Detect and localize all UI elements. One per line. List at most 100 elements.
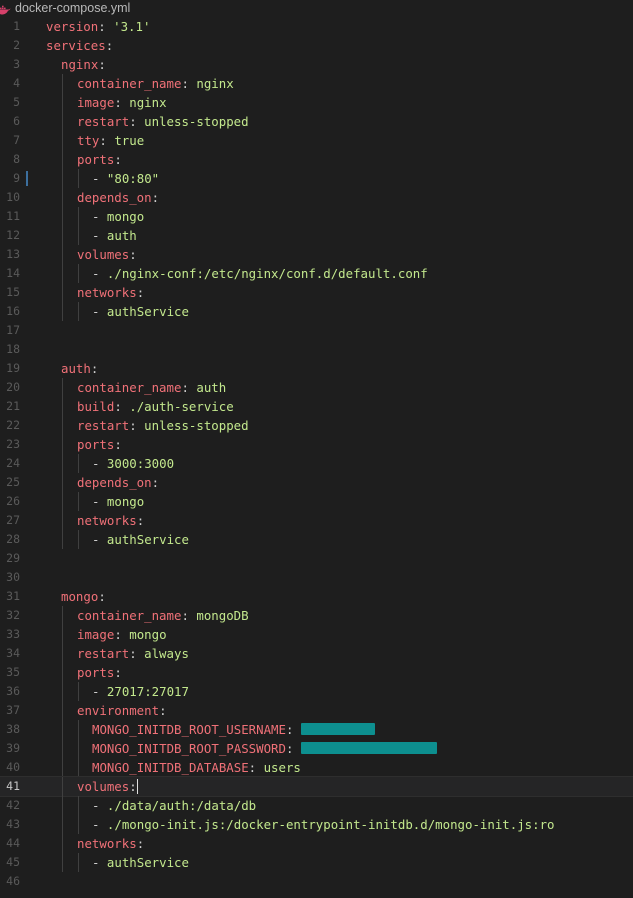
code-editor[interactable]: docker-compose.yml 1 version: '3.1' 2 servi… [0, 0, 633, 898]
code-line[interactable]: 39 MONGO_INITDB_ROOT_PASSWORD: [0, 739, 633, 758]
code-line[interactable]: 20 container_name: auth [0, 378, 633, 397]
yaml-value: ./mongo-init.js:/docker-entrypoint-initd… [106, 817, 555, 832]
line-content: image: nginx [77, 93, 167, 112]
code-line[interactable]: 4 container_name: nginx [0, 74, 633, 93]
yaml-punct: : [151, 475, 160, 490]
file-tab[interactable]: docker-compose.yml [0, 0, 130, 16]
tab-bar: docker-compose.yml [0, 0, 633, 16]
line-number: 32 [6, 608, 20, 622]
code-line[interactable]: 37 environment: [0, 701, 633, 720]
yaml-value: mongoDB [196, 608, 249, 623]
code-line[interactable]: 32 container_name: mongoDB [0, 606, 633, 625]
yaml-punct: : [129, 646, 145, 661]
yaml-punct: : [129, 114, 145, 129]
code-line[interactable]: 25 depends_on: [0, 473, 633, 492]
code-line[interactable]: 9 - "80:80" [0, 169, 633, 188]
code-line[interactable]: 15 networks: [0, 283, 633, 302]
line-number: 6 [13, 114, 20, 128]
line-number: 33 [6, 627, 20, 641]
code-line[interactable]: 2 services: [0, 36, 633, 55]
yaml-value: authService [106, 855, 189, 870]
line-content: container_name: nginx [77, 74, 234, 93]
line-content: - 27017:27017 [92, 682, 189, 701]
code-line[interactable]: 30 [0, 568, 633, 587]
code-line[interactable]: 14 - ./nginx-conf:/etc/nginx/conf.d/defau… [0, 264, 633, 283]
line-number: 2 [13, 38, 20, 52]
code-line[interactable]: 28 - authService [0, 530, 633, 549]
code-line[interactable]: 23 ports: [0, 435, 633, 454]
code-line[interactable]: 38 MONGO_INITDB_ROOT_USERNAME: [0, 720, 633, 739]
code-line[interactable]: 19 auth: [0, 359, 633, 378]
yaml-punct: : [114, 152, 122, 167]
code-line[interactable]: 26 - mongo [0, 492, 633, 511]
line-number: 35 [6, 665, 20, 679]
yaml-value: nginx [196, 76, 234, 91]
yaml-key: MONGO_INITDB_DATABASE [92, 760, 249, 775]
code-line[interactable]: 29 [0, 549, 633, 568]
code-line[interactable]: 46 [0, 872, 633, 891]
code-line[interactable]: 5 image: nginx [0, 93, 633, 112]
code-area[interactable]: 1 version: '3.1' 2 services: 3 nginx: 4 contain… [0, 17, 633, 891]
yaml-value: ./data/auth:/data/db [106, 798, 257, 813]
line-number: 9 [13, 171, 20, 185]
code-line[interactable]: 27 networks: [0, 511, 633, 530]
code-line[interactable]: 31 mongo: [0, 587, 633, 606]
code-line[interactable]: 24 - 3000:3000 [0, 454, 633, 473]
line-content: ports: [77, 663, 122, 682]
code-line[interactable]: 3 nginx: [0, 55, 633, 74]
yaml-key: environment [77, 703, 160, 718]
code-line[interactable]: 16 - authService [0, 302, 633, 321]
yaml-key: nginx [61, 57, 99, 72]
line-number: 4 [13, 76, 20, 90]
code-line[interactable]: 40 MONGO_INITDB_DATABASE: users [0, 758, 633, 777]
redacted-value [300, 723, 375, 735]
code-line[interactable]: 43 - ./mongo-init.js:/docker-entrypoint-i… [0, 815, 633, 834]
code-line[interactable]: 12 - auth [0, 226, 633, 245]
line-content: - auth [92, 226, 137, 245]
code-line[interactable]: 44 networks: [0, 834, 633, 853]
line-content: image: mongo [77, 625, 167, 644]
code-line[interactable]: 1 version: '3.1' [0, 17, 633, 36]
code-line[interactable]: 11 - mongo [0, 207, 633, 226]
yaml-punct: : [136, 285, 145, 300]
code-line[interactable]: 36 - 27017:27017 [0, 682, 633, 701]
yaml-punct: - [92, 171, 107, 186]
line-number: 15 [6, 285, 20, 299]
yaml-key: mongo [61, 589, 99, 604]
line-content: build: ./auth-service [77, 397, 234, 416]
yaml-value: auth [196, 380, 227, 395]
line-number: 40 [6, 760, 20, 774]
line-number: 12 [6, 228, 20, 242]
code-line[interactable]: 35 ports: [0, 663, 633, 682]
code-line[interactable]: 18 [0, 340, 633, 359]
yaml-punct: : [159, 703, 167, 718]
code-line[interactable]: 7 tty: true [0, 131, 633, 150]
line-content: ports: [77, 435, 122, 454]
yaml-key: restart [77, 418, 130, 433]
code-line[interactable]: 8 ports: [0, 150, 633, 169]
line-number: 1 [13, 19, 20, 33]
modified-line-marker [26, 171, 28, 186]
code-line[interactable]: 10 depends_on: [0, 188, 633, 207]
line-number: 27 [6, 513, 20, 527]
yaml-punct: - [92, 798, 107, 813]
code-line[interactable]: 6 restart: unless-stopped [0, 112, 633, 131]
code-line[interactable]: 33 image: mongo [0, 625, 633, 644]
code-line[interactable]: 22 restart: unless-stopped [0, 416, 633, 435]
code-line[interactable]: 42 - ./data/auth:/data/db [0, 796, 633, 815]
line-content: volumes: [77, 777, 138, 796]
yaml-punct: - [92, 228, 107, 243]
yaml-punct: : [285, 741, 301, 756]
yaml-key: tty [77, 133, 100, 148]
code-line[interactable]: 13 volumes: [0, 245, 633, 264]
yaml-value: mongo [106, 494, 145, 509]
yaml-value: unless-stopped [144, 418, 249, 433]
yaml-punct: - [92, 209, 107, 224]
yaml-value: users [263, 760, 301, 775]
code-line[interactable]: 41 volumes: [0, 776, 633, 797]
code-line[interactable]: 21 build: ./auth-service [0, 397, 633, 416]
code-line[interactable]: 17 [0, 321, 633, 340]
code-line[interactable]: 34 restart: always [0, 644, 633, 663]
yaml-value: nginx [129, 95, 167, 110]
code-line[interactable]: 45 - authService [0, 853, 633, 872]
